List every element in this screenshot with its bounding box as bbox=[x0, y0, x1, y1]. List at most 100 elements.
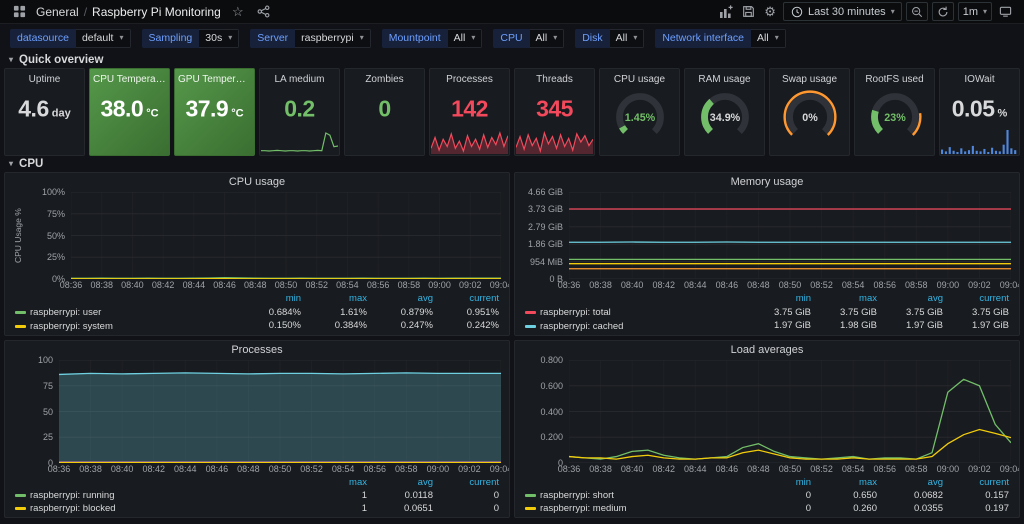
legend-column-max[interactable]: max bbox=[819, 292, 877, 306]
variable-value-dropdown[interactable]: All▾ bbox=[610, 29, 645, 48]
share-icon[interactable] bbox=[255, 3, 273, 21]
x-tick-label: 08:44 bbox=[684, 464, 707, 474]
y-tick-label: 954 MiB bbox=[530, 257, 563, 267]
plot-canvas[interactable] bbox=[59, 360, 501, 463]
plot-canvas[interactable] bbox=[569, 192, 1011, 279]
legend-column-avg[interactable]: avg bbox=[375, 292, 433, 306]
legend-series-toggle[interactable]: raspberrypi: medium bbox=[525, 502, 745, 515]
legend-series-toggle[interactable]: raspberrypi: short bbox=[525, 489, 745, 502]
panel-title[interactable]: Uptime bbox=[5, 69, 84, 85]
tv-mode-icon[interactable] bbox=[996, 3, 1014, 21]
legend: minmaxavgcurrentraspberrypi: short00.650… bbox=[523, 475, 1011, 515]
x-tick-label: 08:54 bbox=[842, 280, 865, 290]
plot-canvas[interactable] bbox=[569, 360, 1011, 463]
y-tick-label: 3.73 GiB bbox=[528, 204, 563, 214]
legend-value: 0.951% bbox=[441, 306, 499, 320]
row-toggle-quick-overview[interactable]: ▾ Quick overview bbox=[0, 52, 1024, 68]
variable-value-dropdown[interactable]: 30s▾ bbox=[199, 29, 239, 48]
legend: minmaxavgcurrentraspberrypi: user0.684%1… bbox=[13, 291, 501, 333]
row-toggle-cpu[interactable]: ▾ CPU bbox=[0, 156, 1024, 172]
save-dashboard-icon[interactable] bbox=[739, 3, 757, 21]
legend-column-avg[interactable]: avg bbox=[885, 476, 943, 489]
variable-value-dropdown[interactable]: All▾ bbox=[530, 29, 565, 48]
legend-column-min[interactable]: min bbox=[753, 292, 811, 306]
legend-column-max[interactable]: max bbox=[819, 476, 877, 489]
dashboards-grid-icon[interactable] bbox=[10, 3, 28, 21]
settings-gear-icon[interactable]: ⚙ bbox=[761, 3, 779, 21]
panel-title[interactable]: CPU usage bbox=[600, 69, 679, 85]
refresh-button[interactable] bbox=[932, 2, 954, 21]
panel-title[interactable]: Processes bbox=[430, 69, 509, 85]
variable-label: Network interface bbox=[655, 29, 751, 48]
x-tick-label: 08:52 bbox=[810, 464, 833, 474]
gauge-swap-usage: 0% bbox=[771, 87, 849, 145]
stat-value-unit: day bbox=[52, 108, 71, 120]
legend-value: 0.0355 bbox=[885, 502, 943, 515]
legend-column-current[interactable]: current bbox=[951, 476, 1009, 489]
panel-title[interactable]: IOWait bbox=[940, 69, 1019, 85]
panel-title[interactable]: RAM usage bbox=[685, 69, 764, 85]
legend-column-avg[interactable]: avg bbox=[375, 476, 433, 489]
legend-series-toggle[interactable]: raspberrypi: cached bbox=[525, 319, 745, 333]
legend-column-current[interactable]: current bbox=[441, 292, 499, 306]
clock-icon bbox=[790, 5, 803, 18]
legend-series-toggle[interactable]: raspberrypi: user bbox=[15, 306, 235, 320]
legend-series-toggle[interactable]: raspberrypi: system bbox=[15, 319, 235, 333]
panel-title[interactable]: Load averages bbox=[515, 341, 1019, 358]
panel-title[interactable]: Processes bbox=[5, 341, 509, 358]
x-tick-label: 08:50 bbox=[269, 464, 292, 474]
y-tick-label: 1.86 GiB bbox=[528, 239, 563, 249]
variable-value-dropdown[interactable]: default▾ bbox=[76, 29, 131, 48]
legend-value: 0.242% bbox=[441, 319, 499, 333]
panel-title[interactable]: CPU Temperat... bbox=[90, 69, 169, 85]
panel-title[interactable]: Zombies bbox=[345, 69, 424, 85]
variable-value-dropdown[interactable]: All▾ bbox=[448, 29, 483, 48]
legend-column-min[interactable]: min bbox=[243, 292, 301, 306]
panel-title[interactable]: CPU usage bbox=[5, 173, 509, 190]
legend-value: 1.97 GiB bbox=[753, 319, 811, 333]
legend-value: 0.650 bbox=[819, 489, 877, 502]
series-color-swatch bbox=[15, 494, 26, 497]
y-tick-label: 0.400 bbox=[540, 407, 563, 417]
panel-title[interactable]: Memory usage bbox=[515, 173, 1019, 190]
legend-series-toggle[interactable]: raspberrypi: running bbox=[15, 489, 301, 502]
panel-title[interactable]: LA medium bbox=[260, 69, 339, 85]
variable-value-dropdown[interactable]: raspberrypi▾ bbox=[295, 29, 371, 48]
variable-value-dropdown[interactable]: All▾ bbox=[751, 29, 786, 48]
series-color-swatch bbox=[15, 325, 26, 328]
legend-series-toggle[interactable]: raspberrypi: blocked bbox=[15, 502, 301, 515]
x-tick-label: 08:48 bbox=[747, 280, 770, 290]
x-axis: 08:3608:3808:4008:4208:4408:4608:4808:50… bbox=[569, 279, 1011, 291]
x-axis: 08:3608:3808:4008:4208:4408:4608:4808:50… bbox=[59, 463, 501, 475]
plot-canvas[interactable] bbox=[71, 192, 501, 279]
add-panel-icon[interactable] bbox=[717, 3, 735, 21]
x-tick-label: 08:38 bbox=[589, 464, 612, 474]
caret-down-icon: ▾ bbox=[119, 34, 123, 42]
star-icon[interactable]: ☆ bbox=[229, 3, 247, 21]
y-tick-label: 0.600 bbox=[540, 381, 563, 391]
x-tick-label: 08:48 bbox=[237, 464, 260, 474]
time-range-picker[interactable]: Last 30 minutes ▾ bbox=[783, 2, 902, 21]
legend-value: 1 bbox=[309, 502, 367, 515]
charts-row-1: CPU usageCPU Usage %100%75%50%25%0%08:36… bbox=[0, 172, 1024, 336]
legend-spacer bbox=[15, 476, 301, 489]
x-tick-label: 09:00 bbox=[428, 280, 451, 290]
zoom-out-button[interactable] bbox=[906, 2, 928, 21]
refresh-interval-dropdown[interactable]: 1m ▾ bbox=[958, 2, 992, 21]
legend-column-max[interactable]: max bbox=[309, 476, 367, 489]
legend-column-current[interactable]: current bbox=[951, 292, 1009, 306]
x-tick-label: 08:58 bbox=[395, 464, 418, 474]
legend-column-max[interactable]: max bbox=[309, 292, 367, 306]
panel-title[interactable]: RootFS used bbox=[855, 69, 934, 85]
panel-title[interactable]: Threads bbox=[515, 69, 594, 85]
breadcrumb-folder[interactable]: General bbox=[36, 5, 79, 19]
caret-down-icon: ▾ bbox=[471, 34, 475, 42]
caret-down-icon: ▾ bbox=[553, 34, 557, 42]
legend-column-avg[interactable]: avg bbox=[885, 292, 943, 306]
legend-series-toggle[interactable]: raspberrypi: total bbox=[525, 306, 745, 320]
panel-title[interactable]: Swap usage bbox=[770, 69, 849, 85]
y-tick-label: 2.79 GiB bbox=[528, 222, 563, 232]
legend-column-current[interactable]: current bbox=[441, 476, 499, 489]
panel-title[interactable]: GPU Temperat... bbox=[175, 69, 254, 85]
legend-column-min[interactable]: min bbox=[753, 476, 811, 489]
